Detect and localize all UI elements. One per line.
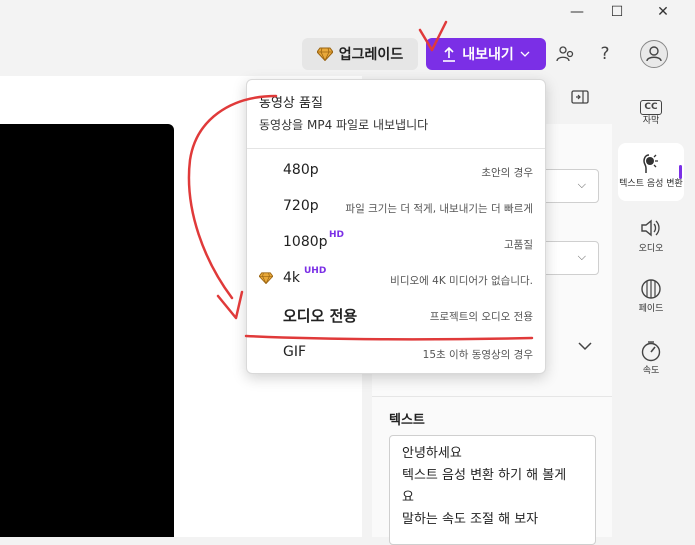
menu-item-720p[interactable]: 720p 파일 크기는 더 적게, 내보내기는 더 빠르게: [247, 190, 545, 226]
menu-item-desc: 15초 이하 동영상의 경우: [422, 349, 533, 361]
text-line: 안녕하세요: [402, 446, 462, 461]
rail-item-fade[interactable]: 페이드: [618, 268, 684, 326]
rail-item-captions[interactable]: CC 자막: [618, 80, 684, 138]
menu-item-desc: 비디오에 4K 미디어가 없습니다.: [390, 275, 533, 287]
menu-item-480p[interactable]: 480p 초안의 경우: [247, 154, 545, 190]
text-line: 텍스트 음성 변환 하기 해 볼게: [402, 468, 567, 483]
menu-item-gif[interactable]: GIF 15초 이하 동영상의 경우: [247, 336, 545, 372]
menu-item-label: 오디오 전용: [283, 307, 358, 325]
menu-item-desc: 고품질: [504, 239, 533, 251]
text-line: 말하는 속도 조절 해 보자: [402, 512, 539, 527]
menu-item-desc: 파일 크기는 더 적게, 내보내기는 더 빠르게: [345, 203, 533, 215]
chevron-down-icon: [578, 342, 592, 351]
chevron-down-icon: ⌵: [577, 250, 586, 263]
gem-icon: [316, 47, 333, 61]
voice-dropdown[interactable]: ⌵: [537, 169, 599, 203]
close-button[interactable]: ✕: [640, 0, 686, 24]
menu-item-1080p[interactable]: 1080p HD 고품질: [247, 226, 545, 262]
speed-icon: [640, 340, 662, 364]
menu-item-desc: 프로젝트의 오디오 전용: [429, 311, 533, 323]
menu-item-4k[interactable]: 4k UHD 비디오에 4K 미디어가 없습니다.: [247, 262, 545, 298]
help-button[interactable]: ?: [591, 40, 619, 68]
upgrade-button[interactable]: 업그레이드: [302, 38, 418, 70]
chevron-down-icon: [520, 51, 530, 57]
speaker-icon: [640, 218, 662, 242]
active-indicator: [679, 165, 682, 179]
rail-item-label: 오디오: [638, 244, 664, 254]
cc-icon: CC: [640, 90, 662, 115]
menu-subtitle: 동영상을 MP4 파일로 내보냅니다: [259, 118, 429, 132]
account-button[interactable]: [638, 38, 670, 70]
help-icon: ?: [600, 44, 610, 64]
section-divider: [372, 396, 612, 397]
export-quality-menu: 동영상 품질 동영상을 MP4 파일로 내보냅니다 480p 초안의 경우 72…: [246, 79, 546, 374]
menu-item-label: 720p: [283, 198, 319, 214]
menu-item-label: 480p: [283, 162, 319, 178]
share-users-button[interactable]: [552, 40, 580, 68]
rail-item-text-to-speech[interactable]: 텍스트 음성 변환: [618, 143, 684, 201]
upload-icon: [443, 46, 456, 62]
rail-item-audio[interactable]: 오디오: [618, 208, 684, 266]
gem-icon: [259, 272, 273, 284]
text-section-label: 텍스트: [389, 413, 425, 428]
menu-item-label: 4k: [283, 270, 301, 286]
menu-item-audio-only[interactable]: 오디오 전용 프로젝트의 오디오 전용: [247, 298, 545, 334]
language-dropdown[interactable]: ⌵: [537, 241, 599, 275]
maximize-button[interactable]: ☐: [594, 0, 640, 24]
text-line: 요: [402, 490, 414, 505]
menu-item-desc: 초안의 경우: [481, 167, 533, 179]
rail-item-label: 속도: [642, 366, 660, 376]
maximize-icon: ☐: [610, 4, 624, 20]
collapse-panel-icon: [571, 90, 589, 104]
chevron-down-icon: ⌵: [577, 178, 586, 191]
export-button[interactable]: 내보내기: [426, 38, 546, 70]
fade-icon: [640, 278, 662, 302]
hd-badge: HD: [329, 230, 345, 240]
section-expand-button[interactable]: [578, 340, 592, 355]
uhd-badge: UHD: [304, 266, 327, 276]
avatar-icon: [640, 40, 668, 68]
voice-icon: [641, 153, 661, 177]
video-preview[interactable]: [0, 124, 174, 537]
tts-text-input[interactable]: 안녕하세요 텍스트 음성 변환 하기 해 볼게 요 말하는 속도 조절 해 보자: [389, 435, 596, 545]
export-label: 내보내기: [462, 47, 514, 63]
close-icon: ✕: [657, 4, 669, 20]
menu-title: 동영상 품질: [259, 96, 323, 111]
rail-item-speed[interactable]: 속도: [618, 330, 684, 388]
minimize-icon: —: [570, 4, 584, 20]
menu-item-label: GIF: [283, 344, 307, 360]
menu-divider: [247, 148, 545, 149]
collapse-panel-button[interactable]: [571, 89, 589, 109]
rail-item-label: 텍스트 음성 변환: [619, 179, 683, 189]
menu-item-label: 1080p: [283, 234, 328, 250]
people-icon: [556, 46, 574, 62]
rail-item-label: 자막: [642, 116, 660, 126]
rail-item-label: 페이드: [638, 304, 664, 314]
upgrade-label: 업그레이드: [338, 47, 404, 63]
